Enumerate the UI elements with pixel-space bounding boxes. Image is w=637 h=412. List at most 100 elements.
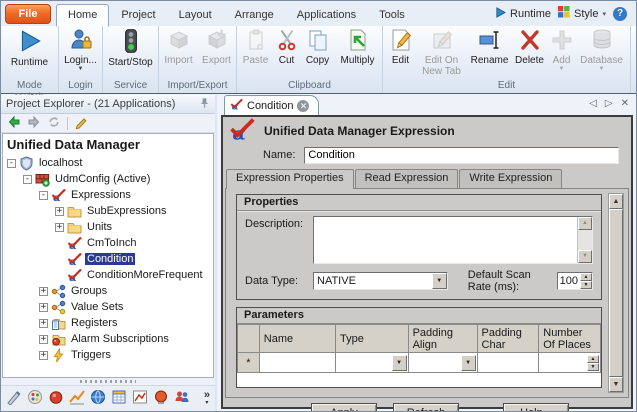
- param-padding-char-cell[interactable]: [477, 353, 539, 373]
- help-icon[interactable]: ?: [613, 7, 627, 21]
- expander-icon[interactable]: +: [55, 223, 64, 232]
- tree-item-groups[interactable]: + Groups: [3, 283, 213, 299]
- apply-button[interactable]: Apply: [311, 403, 377, 412]
- tree-item-subexpressions[interactable]: + SubExpressions: [3, 203, 213, 219]
- ribbon-tab-arrange[interactable]: Arrange: [224, 5, 285, 26]
- expander-icon[interactable]: -: [23, 175, 32, 184]
- tree-item-expressions[interactable]: - α Expressions: [3, 187, 213, 203]
- tab-read-expression[interactable]: Read Expression: [355, 169, 459, 188]
- expander-icon[interactable]: +: [39, 287, 48, 296]
- runtime-button[interactable]: Runtime: [3, 27, 57, 69]
- expander-icon[interactable]: +: [39, 351, 48, 360]
- spin-up-icon[interactable]: ▲: [587, 355, 599, 363]
- chevron-down-icon[interactable]: ▼: [392, 355, 407, 371]
- tab-scroll-right-icon[interactable]: ▷: [605, 98, 613, 110]
- recipe-orb-icon[interactable]: [153, 389, 169, 408]
- scroll-down-icon[interactable]: ▼: [609, 377, 623, 392]
- login-button[interactable]: Login... ▼: [60, 27, 102, 73]
- ribbon-tab-applications[interactable]: Applications: [286, 5, 367, 26]
- ribbon-tab-layout[interactable]: Layout: [168, 5, 223, 26]
- param-padding-align-cell[interactable]: ▼: [408, 353, 477, 373]
- expander-icon[interactable]: -: [39, 191, 48, 200]
- back-icon[interactable]: [7, 115, 21, 132]
- scroll-down-icon[interactable]: ▼: [578, 250, 592, 263]
- tab-scroll-left-icon[interactable]: ◁: [589, 98, 597, 110]
- column-header-name[interactable]: Name: [259, 325, 335, 353]
- multiply-button[interactable]: Multiply: [335, 27, 381, 67]
- scroll-up-icon[interactable]: ▲: [578, 217, 592, 230]
- scroll-up-icon[interactable]: ▲: [609, 194, 623, 209]
- cut-button[interactable]: Cut: [273, 27, 301, 67]
- add-button[interactable]: Add ▼: [548, 27, 576, 73]
- edit-on-new-tab-button[interactable]: Edit On New Tab: [416, 27, 468, 78]
- refresh-icon[interactable]: [47, 115, 61, 132]
- pen-tool-icon[interactable]: [6, 389, 22, 408]
- expander-icon[interactable]: -: [7, 159, 16, 168]
- chevron-down-icon[interactable]: ▼: [432, 273, 447, 289]
- column-header-number-of-places[interactable]: Number Of Places: [539, 325, 601, 353]
- tree-item-condition[interactable]: α Condition: [3, 251, 213, 267]
- name-input[interactable]: [304, 147, 619, 164]
- ribbon-tab-tools[interactable]: Tools: [368, 5, 416, 26]
- expander-icon[interactable]: +: [39, 303, 48, 312]
- tree-item-triggers[interactable]: + Triggers: [3, 347, 213, 363]
- worksheet-icon[interactable]: [111, 389, 127, 408]
- param-number-of-places-cell[interactable]: ▲▼: [539, 353, 601, 373]
- scan-rate-spinner[interactable]: 100 ▲ ▼: [557, 272, 593, 290]
- refresh-button[interactable]: Refresh: [393, 403, 459, 412]
- expander-icon[interactable]: +: [55, 207, 64, 216]
- tree-item-units[interactable]: + Units: [3, 219, 213, 235]
- tree-item-registers[interactable]: + Registers: [3, 315, 213, 331]
- ribbon-tab-project[interactable]: Project: [110, 5, 166, 26]
- chevron-down-icon[interactable]: ▼: [461, 355, 476, 371]
- overflow-chevron-icon[interactable]: » ▾: [204, 391, 210, 407]
- description-textarea[interactable]: [314, 217, 577, 263]
- ribbon-tab-home[interactable]: Home: [56, 4, 109, 27]
- tree-item-conditionmorefrequent[interactable]: α ConditionMoreFrequent: [3, 267, 213, 283]
- tree-item-value-sets[interactable]: + Value Sets: [3, 299, 213, 315]
- help-button[interactable]: Help...: [503, 403, 569, 412]
- spin-up-icon[interactable]: ▲: [580, 273, 592, 281]
- pin-icon[interactable]: [199, 97, 210, 112]
- spin-down-icon[interactable]: ▼: [587, 363, 599, 371]
- style-button[interactable]: Style ▾: [558, 6, 606, 21]
- chart-icon[interactable]: [132, 389, 148, 408]
- tree-item-alarm-subscriptions[interactable]: + Alarm Subscriptions: [3, 331, 213, 347]
- column-header-type[interactable]: Type: [335, 325, 408, 353]
- color-picker-icon[interactable]: [27, 389, 43, 408]
- edit-pencil-icon[interactable]: [74, 115, 88, 132]
- description-scrollbar[interactable]: ▲ ▼: [577, 217, 592, 263]
- trend-icon[interactable]: [69, 389, 85, 408]
- document-tab-condition[interactable]: α Condition ✕: [224, 95, 319, 115]
- tree-item-localhost[interactable]: - localhost: [3, 155, 213, 171]
- new-parameter-row[interactable]: * ▼ ▼ ▲▼: [238, 353, 601, 373]
- scrollbar-thumb[interactable]: [609, 209, 623, 377]
- users-icon[interactable]: [174, 389, 190, 408]
- database-button[interactable]: Database ▼: [576, 27, 628, 73]
- paste-button[interactable]: Paste: [239, 27, 273, 67]
- param-type-cell[interactable]: ▼: [335, 353, 408, 373]
- tab-expression-properties[interactable]: Expression Properties: [226, 169, 354, 189]
- tab-write-expression[interactable]: Write Expression: [459, 169, 562, 188]
- page-scrollbar[interactable]: ▲ ▼: [608, 193, 624, 393]
- expander-icon[interactable]: +: [39, 319, 48, 328]
- splitter-grip[interactable]: [1, 378, 215, 385]
- forward-icon[interactable]: [27, 115, 41, 132]
- tab-strip-close-icon[interactable]: ✕: [621, 98, 629, 110]
- tree-item-udmconfig[interactable]: - UdmConfig (Active): [3, 171, 213, 187]
- description-field[interactable]: ▲ ▼: [313, 216, 593, 264]
- alarm-orb-icon[interactable]: [48, 389, 64, 408]
- param-name-cell[interactable]: [259, 353, 335, 373]
- tree-item-cmtoinch[interactable]: α CmToInch: [3, 235, 213, 251]
- delete-button[interactable]: Delete: [512, 27, 548, 67]
- start-stop-button[interactable]: Start/Stop: [104, 27, 158, 69]
- column-header-padding-char[interactable]: Padding Char: [477, 325, 539, 353]
- file-button[interactable]: File: [5, 4, 51, 24]
- data-type-select[interactable]: NATIVE ▼: [313, 272, 448, 290]
- edit-button[interactable]: Edit: [386, 27, 416, 67]
- spin-down-icon[interactable]: ▼: [580, 281, 592, 289]
- column-header-padding-align[interactable]: Padding Align: [408, 325, 477, 353]
- runtime-quick-button[interactable]: Runtime: [495, 7, 551, 21]
- tab-close-icon[interactable]: ✕: [297, 100, 309, 112]
- copy-button[interactable]: Copy: [301, 27, 335, 67]
